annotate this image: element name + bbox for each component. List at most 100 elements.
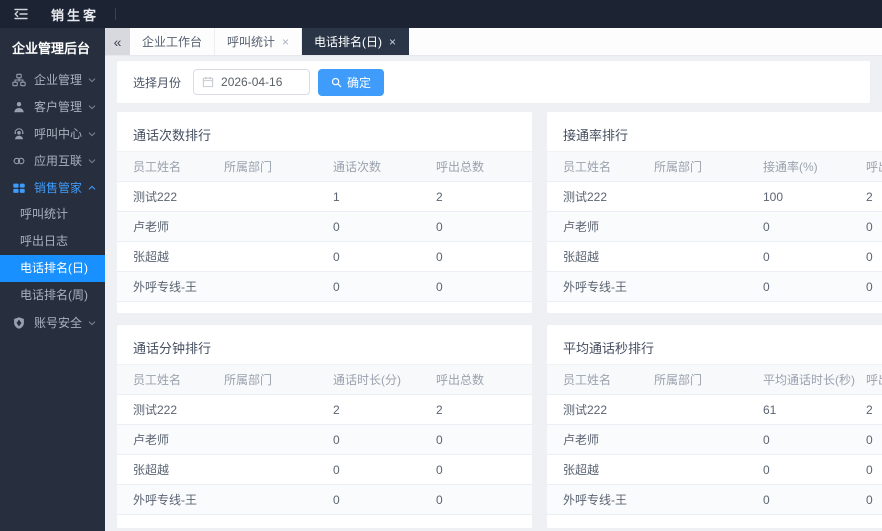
table-cell: 外呼专线-王 [547, 271, 653, 302]
table-cell [653, 211, 762, 242]
table-row: 卢老师 0 0 [547, 211, 882, 242]
table-cell: 0 [762, 241, 865, 272]
menu-fold-icon[interactable] [13, 6, 29, 22]
table-row: 测试222 61 2 [547, 394, 882, 425]
ranking-table: 员工姓名 所属部门 通话时长(分) 呼出总数 测试222 2 2 卢老师 0 0 张超越 0 0 外呼专线… [117, 364, 532, 515]
close-icon[interactable]: × [389, 36, 396, 48]
table-cell [653, 181, 762, 212]
table-cell: 2 [865, 394, 882, 425]
table-cell: 2 [865, 181, 882, 212]
table-cell: 0 [435, 211, 532, 242]
sidebar-item-app-interconnect[interactable]: 应用互联 [0, 147, 105, 174]
table-row: 测试222 100 2 [547, 181, 882, 212]
table-cell: 卢老师 [117, 211, 223, 242]
table-cell: 测试222 [117, 394, 223, 425]
table-cell [223, 241, 332, 272]
table-cell: 0 [762, 211, 865, 242]
table-cell: 2 [332, 394, 435, 425]
sidebar-item-enterprise-management[interactable]: 企业管理 [0, 66, 105, 93]
sidebar-subitem-outbound-log[interactable]: 呼出日志 [0, 228, 105, 255]
column-header: 平均通话时长(秒) [762, 364, 865, 395]
column-header: 呼出总数 [865, 364, 882, 395]
table-cell: 0 [435, 424, 532, 455]
column-header: 通话时长(分) [332, 364, 435, 395]
column-header: 接通率(%) [762, 151, 865, 182]
table-cell: 0 [332, 271, 435, 302]
chevron-down-icon [88, 130, 96, 138]
tab-call-statistics[interactable]: 呼叫统计 × [215, 28, 303, 55]
column-header: 员工姓名 [117, 151, 223, 182]
table-cell: 0 [435, 454, 532, 485]
table-cell: 0 [332, 454, 435, 485]
ranking-table: 员工姓名所属部门平均通话时长(秒)呼出总数测试222612卢老师00张超越00外… [547, 364, 882, 515]
table-cell: 0 [332, 211, 435, 242]
table-cell [223, 211, 332, 242]
table-row: 卢老师 0 0 [117, 424, 532, 455]
date-value: 2026-04-16 [221, 75, 283, 89]
shield-icon [12, 316, 26, 330]
sidebar-item-label: 企业管理 [34, 73, 83, 87]
user-icon [12, 100, 26, 114]
table-row: 张超越 0 0 [117, 454, 532, 485]
column-header: 所属部门 [653, 151, 762, 182]
table-row: 张超越 0 0 [117, 241, 532, 272]
tab-phone-ranking-day[interactable]: 电话排名(日) × [302, 28, 410, 55]
chevron-down-icon [88, 76, 96, 84]
table-cell [653, 394, 762, 425]
tab-enterprise-workbench[interactable]: 企业工作台 [130, 28, 216, 55]
table-row: 卢老师 0 0 [117, 211, 532, 242]
table-header-row: 员工姓名所属部门接通率(%)呼出总数 [547, 151, 882, 182]
chevron-up-icon [88, 184, 96, 192]
table-cell [223, 484, 332, 515]
table-cell: 卢老师 [117, 424, 223, 455]
table-cell [223, 394, 332, 425]
ranking-table: 员工姓名 所属部门 通话次数 呼出总数 测试222 1 2 卢老师 0 0 张超越 0 0 外呼专线-王 0… [117, 151, 532, 302]
sidebar-subitem-phone-ranking-day[interactable]: 电话排名(日) [0, 255, 105, 282]
table-cell: 张超越 [117, 241, 223, 272]
table-cell [653, 241, 762, 272]
date-picker-input[interactable]: 2026-04-16 [193, 69, 311, 95]
table-row: 外呼专线-王 0 0 [117, 484, 532, 515]
column-header: 通话次数 [332, 151, 435, 182]
month-filter-label: 选择月份 [133, 75, 182, 90]
table-header-row: 员工姓名所属部门平均通话时长(秒)呼出总数 [547, 364, 882, 395]
table-cell: 0 [435, 271, 532, 302]
table-header-row: 员工姓名 所属部门 通话次数 呼出总数 [117, 151, 532, 182]
tab-label: 企业工作台 [142, 35, 203, 49]
column-header: 呼出总数 [435, 151, 532, 182]
column-header: 员工姓名 [547, 151, 653, 182]
panel-call-minutes-ranking: 通话分钟排行 员工姓名 所属部门 通话时长(分) 呼出总数 测试222 2 2 卢老师 0 0 张超… [117, 325, 532, 528]
table-cell: 0 [865, 484, 882, 515]
confirm-button[interactable]: 确定 [318, 68, 385, 96]
calendar-icon [202, 76, 214, 88]
chevron-down-icon [88, 319, 96, 327]
table-row: 外呼专线-王 0 0 [547, 484, 882, 515]
column-header: 所属部门 [223, 151, 332, 182]
table-row: 张超越 0 0 [547, 241, 882, 272]
tab-bar: « 企业工作台 呼叫统计 × 电话排名(日) × [105, 28, 882, 56]
table-cell: 0 [762, 484, 865, 515]
sidebar-item-call-center[interactable]: 呼叫中心 [0, 120, 105, 147]
tabs-collapse-button[interactable]: « [105, 28, 130, 55]
sidebar-item-customer-management[interactable]: 客户管理 [0, 93, 105, 120]
table-cell: 张超越 [117, 454, 223, 485]
sidebar-subitem-phone-ranking-week[interactable]: 电话排名(周) [0, 282, 105, 309]
table-row: 外呼专线-王 0 0 [117, 271, 532, 302]
chevron-down-icon [88, 103, 96, 111]
search-icon [331, 77, 342, 88]
table-cell: 0 [865, 241, 882, 272]
table-cell: 测试222 [547, 394, 653, 425]
table-cell [223, 454, 332, 485]
agent-headset-icon [12, 127, 26, 141]
sidebar-item-account-security[interactable]: 账号安全 [0, 309, 105, 336]
sidebar-subitem-call-statistics[interactable]: 呼叫统计 [0, 201, 105, 228]
brand-logo-text: 销生客 [51, 7, 100, 23]
table-cell: 100 [762, 181, 865, 212]
close-icon[interactable]: × [282, 36, 289, 48]
panel-title: 通话次数排行 [133, 128, 212, 143]
column-header: 所属部门 [223, 364, 332, 395]
top-navbar: 销生客 [0, 0, 882, 28]
sidebar-item-sales-manager[interactable]: 销售管家 [0, 174, 105, 201]
table-row: 卢老师 0 0 [547, 424, 882, 455]
column-header: 呼出总数 [435, 364, 532, 395]
